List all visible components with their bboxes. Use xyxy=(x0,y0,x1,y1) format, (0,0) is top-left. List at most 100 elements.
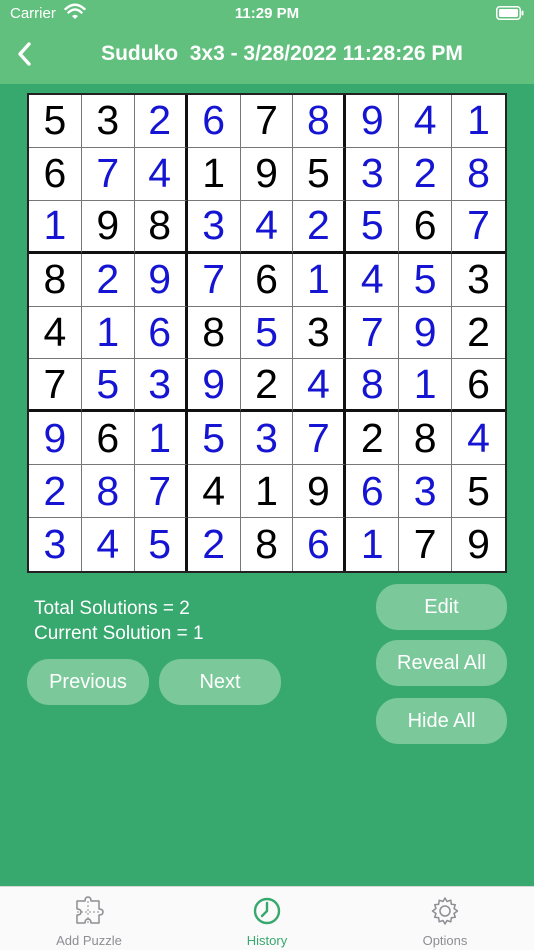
page-title: Suduko 3x3 - 3/28/2022 11:28:26 PM xyxy=(101,42,463,65)
solution-info: Total Solutions = 2 Current Solution = 1 xyxy=(34,596,204,646)
sudoku-cell[interactable]: 8 xyxy=(81,465,135,519)
sudoku-cell[interactable]: 1 xyxy=(240,465,294,519)
reveal-all-button[interactable]: Reveal All xyxy=(376,640,507,686)
sudoku-cell[interactable]: 5 xyxy=(29,95,82,148)
sudoku-cell[interactable]: 8 xyxy=(241,518,294,571)
sudoku-cell[interactable]: 3 xyxy=(187,200,241,254)
sudoku-cell[interactable]: 7 xyxy=(346,306,400,360)
sudoku-cell[interactable]: 6 xyxy=(29,147,82,201)
sudoku-cell[interactable]: 6 xyxy=(187,95,241,148)
sudoku-cell[interactable]: 9 xyxy=(452,518,505,571)
sudoku-cell[interactable]: 4 xyxy=(452,412,505,466)
sudoku-cell[interactable]: 4 xyxy=(187,465,241,519)
sudoku-cell[interactable]: 1 xyxy=(29,200,82,254)
sudoku-cell[interactable]: 5 xyxy=(81,359,135,413)
sudoku-cell[interactable]: 3 xyxy=(399,465,453,519)
sudoku-cell[interactable]: 7 xyxy=(187,253,241,307)
gear-icon xyxy=(431,897,459,925)
sudoku-board: 5326789416741953281983425678297614534168… xyxy=(27,93,507,573)
sudoku-cell[interactable]: 5 xyxy=(135,518,188,571)
sudoku-cell[interactable]: 7 xyxy=(29,359,82,413)
sudoku-cell[interactable]: 2 xyxy=(452,307,505,360)
sudoku-cell[interactable]: 5 xyxy=(293,147,347,201)
sudoku-cell[interactable]: 5 xyxy=(399,253,453,307)
sudoku-cell[interactable]: 6 xyxy=(134,306,188,360)
sudoku-cell[interactable]: 1 xyxy=(81,306,135,360)
edit-button[interactable]: Edit xyxy=(376,584,507,630)
sudoku-cell[interactable]: 3 xyxy=(452,254,505,307)
sudoku-cell[interactable]: 8 xyxy=(346,359,400,413)
sudoku-cell[interactable]: 5 xyxy=(452,465,505,519)
sudoku-cell[interactable]: 7 xyxy=(399,518,453,571)
tab-label: Options xyxy=(422,933,468,948)
sudoku-cell[interactable]: 6 xyxy=(346,465,400,519)
sudoku-cell[interactable]: 9 xyxy=(81,200,135,254)
sudoku-cell[interactable]: 8 xyxy=(29,253,82,307)
sudoku-cell[interactable]: 5 xyxy=(240,306,294,360)
current-solution-label: Current Solution = 1 xyxy=(34,623,204,644)
puzzle-icon xyxy=(76,896,104,924)
sudoku-cell[interactable]: 4 xyxy=(82,518,135,571)
sudoku-cell[interactable]: 3 xyxy=(81,95,135,148)
sudoku-cell[interactable]: 9 xyxy=(187,359,241,413)
sudoku-cell[interactable]: 3 xyxy=(134,359,188,413)
sudoku-cell[interactable]: 8 xyxy=(452,148,505,201)
sudoku-cell[interactable]: 9 xyxy=(29,412,82,466)
sudoku-cell[interactable]: 2 xyxy=(240,359,294,413)
sudoku-cell[interactable]: 1 xyxy=(293,253,347,307)
sudoku-cell[interactable]: 6 xyxy=(293,518,347,571)
sudoku-cell[interactable]: 1 xyxy=(187,147,241,201)
sudoku-cell[interactable]: 7 xyxy=(81,147,135,201)
sudoku-cell[interactable]: 9 xyxy=(346,95,400,148)
sudoku-cell[interactable]: 5 xyxy=(187,412,241,466)
sudoku-cell[interactable]: 4 xyxy=(399,95,453,148)
chevron-left-icon[interactable] xyxy=(14,40,36,68)
tab-options[interactable]: Options xyxy=(356,887,534,950)
sudoku-cell[interactable]: 9 xyxy=(399,306,453,360)
sudoku-cell[interactable]: 4 xyxy=(240,200,294,254)
sudoku-cell[interactable]: 8 xyxy=(293,95,347,148)
sudoku-cell[interactable]: 1 xyxy=(399,359,453,413)
sudoku-cell[interactable]: 3 xyxy=(240,412,294,466)
sudoku-cell[interactable]: 7 xyxy=(240,95,294,148)
sudoku-cell[interactable]: 5 xyxy=(346,200,400,254)
sudoku-cell[interactable]: 2 xyxy=(399,147,453,201)
sudoku-cell[interactable]: 9 xyxy=(293,465,347,519)
sudoku-history-screen: Carrier 11:29 PM Suduko 3x3 - 3/28/2022 … xyxy=(0,0,534,950)
sudoku-cell[interactable]: 4 xyxy=(29,306,82,360)
previous-button[interactable]: Previous xyxy=(27,659,149,705)
sudoku-cell[interactable]: 2 xyxy=(293,200,347,254)
sudoku-cell[interactable]: 3 xyxy=(29,518,82,571)
next-button[interactable]: Next xyxy=(159,659,281,705)
sudoku-cell[interactable]: 3 xyxy=(346,147,400,201)
sudoku-cell[interactable]: 7 xyxy=(452,201,505,254)
sudoku-cell[interactable]: 1 xyxy=(134,412,188,466)
sudoku-cell[interactable]: 6 xyxy=(81,412,135,466)
sudoku-cell[interactable]: 6 xyxy=(452,359,505,413)
sudoku-cell[interactable]: 4 xyxy=(293,359,347,413)
hide-all-button[interactable]: Hide All xyxy=(376,698,507,744)
sudoku-cell[interactable]: 8 xyxy=(134,200,188,254)
sudoku-cell[interactable]: 2 xyxy=(188,518,241,571)
sudoku-cell[interactable]: 2 xyxy=(29,465,82,519)
sudoku-cell[interactable]: 1 xyxy=(346,518,400,571)
tab-add-puzzle[interactable]: Add Puzzle xyxy=(0,887,178,950)
sudoku-cell[interactable]: 9 xyxy=(240,147,294,201)
sudoku-cell[interactable]: 8 xyxy=(187,306,241,360)
sudoku-cell[interactable]: 6 xyxy=(399,200,453,254)
sudoku-cell[interactable]: 7 xyxy=(293,412,347,466)
sudoku-cell[interactable]: 9 xyxy=(134,253,188,307)
sudoku-cell[interactable]: 2 xyxy=(81,253,135,307)
sudoku-cell[interactable]: 7 xyxy=(134,465,188,519)
sudoku-cell[interactable]: 2 xyxy=(346,412,400,466)
tab-history[interactable]: History xyxy=(178,887,356,950)
sudoku-cell[interactable]: 4 xyxy=(134,147,188,201)
sudoku-cell[interactable]: 1 xyxy=(452,95,505,148)
sudoku-cell[interactable]: 4 xyxy=(346,253,400,307)
sudoku-cell[interactable]: 2 xyxy=(134,95,188,148)
total-solutions-label: Total Solutions = 2 xyxy=(34,598,190,619)
sudoku-cell[interactable]: 8 xyxy=(399,412,453,466)
tab-label: Add Puzzle xyxy=(56,933,122,948)
sudoku-cell[interactable]: 3 xyxy=(293,306,347,360)
sudoku-cell[interactable]: 6 xyxy=(240,253,294,307)
